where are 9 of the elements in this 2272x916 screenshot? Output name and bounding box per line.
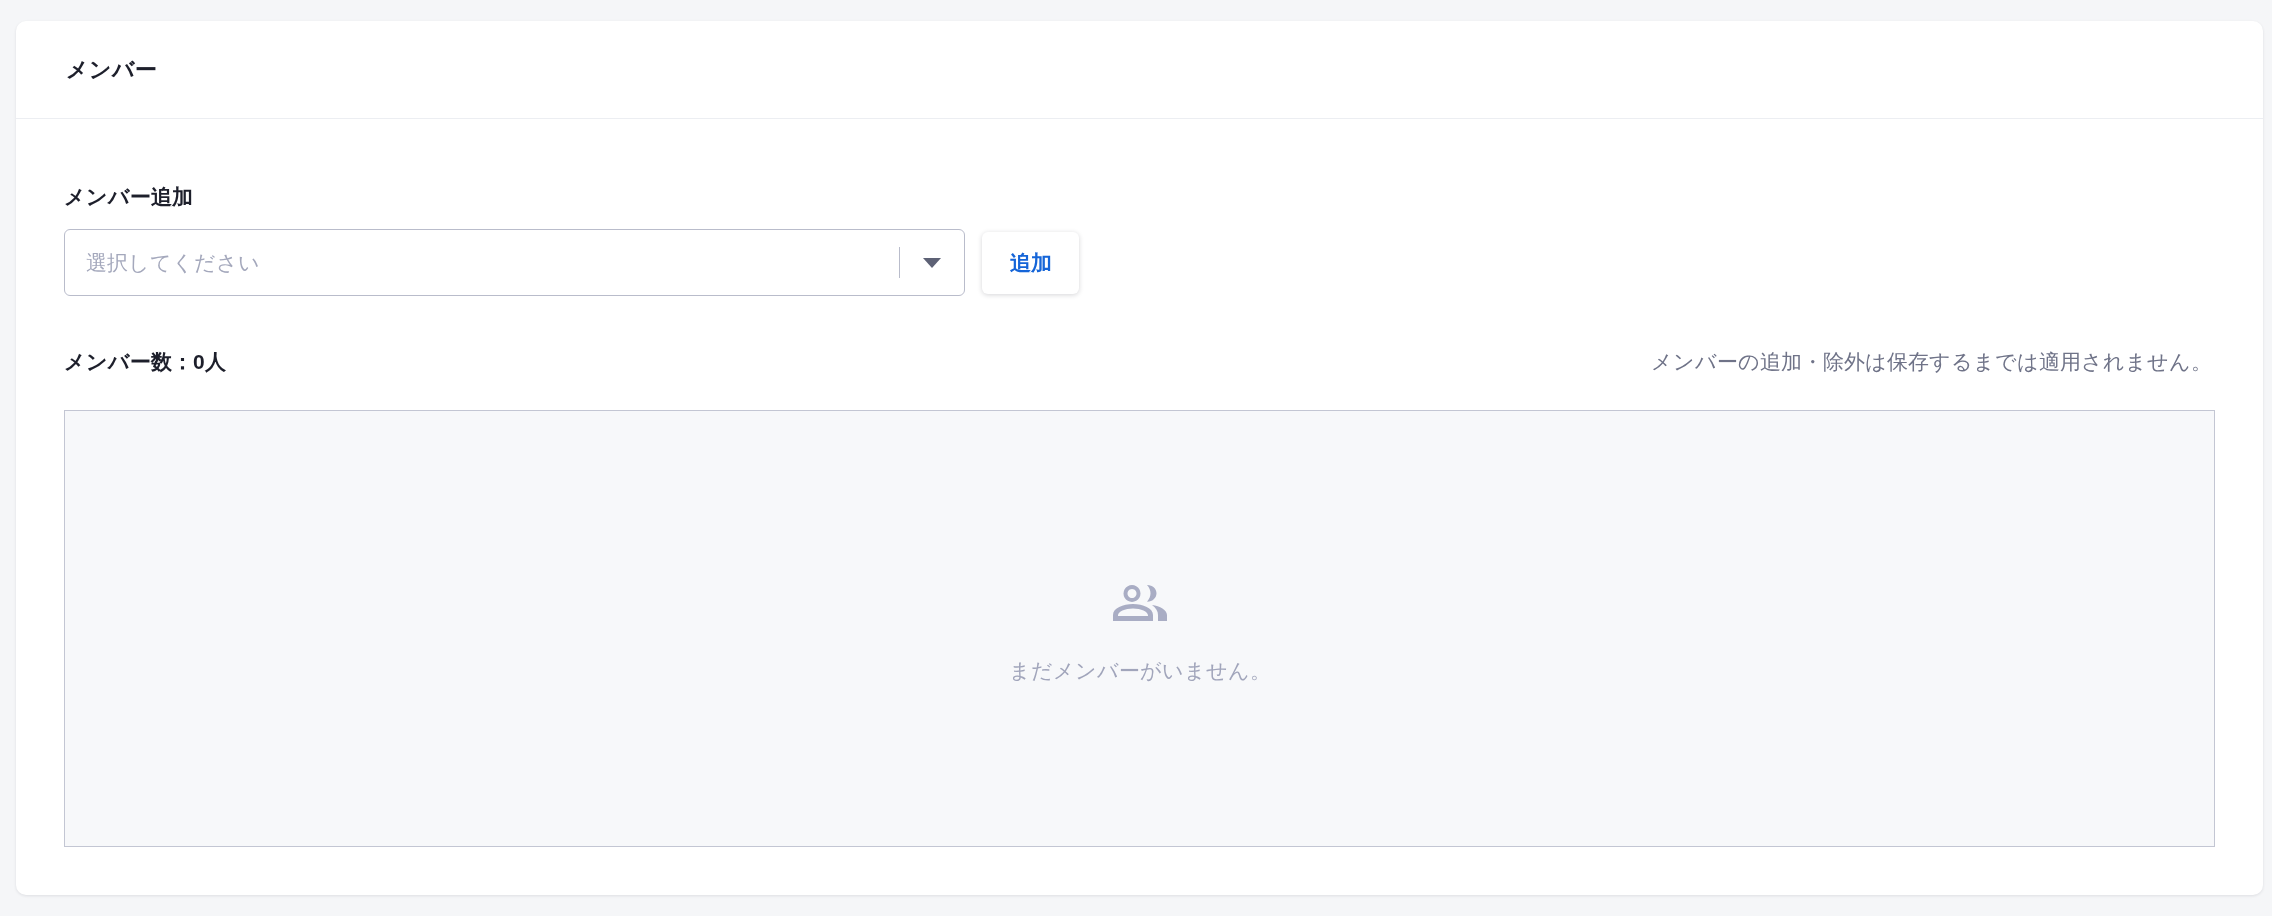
add-member-label: メンバー追加	[64, 184, 193, 210]
empty-message: まだメンバーがいません。	[1008, 658, 1271, 684]
people-icon	[1112, 583, 1167, 621]
note-text: メンバーの追加・除外は保存するまでは適用されません。	[1651, 349, 2213, 375]
add-button[interactable]: 追加	[982, 231, 1079, 294]
member-select-field[interactable]: 選択してください	[64, 229, 965, 296]
card-title: メンバー	[66, 55, 157, 84]
caret-icon	[923, 257, 941, 268]
member-count: メンバー数：0人	[64, 349, 226, 375]
